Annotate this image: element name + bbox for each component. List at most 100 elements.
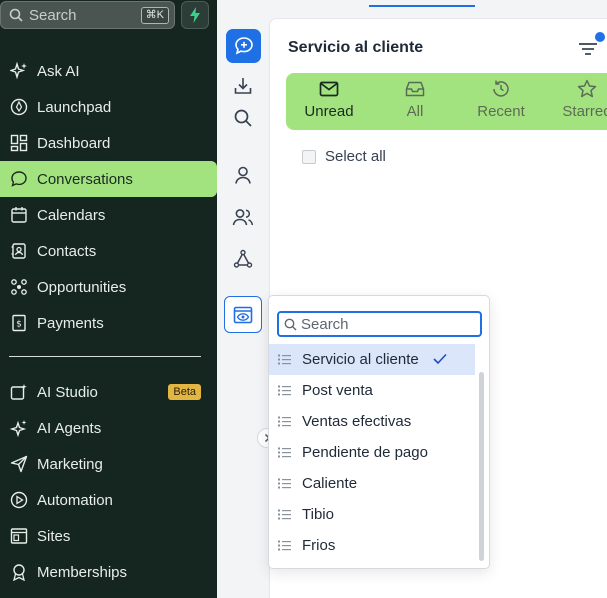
tab-label: Starred [562, 103, 607, 120]
tab-label: All [406, 103, 424, 120]
automation-icon [9, 490, 29, 510]
quick-action-button[interactable] [181, 1, 209, 29]
sidebar-item-memberships[interactable]: Memberships [0, 554, 217, 590]
sidebar-item-label: Payments [37, 314, 104, 332]
dropdown-item-caliente[interactable]: Caliente [269, 468, 475, 499]
sidebar-item-ask-ai[interactable]: Ask AI [0, 53, 217, 89]
calendar-icon [9, 205, 29, 225]
sidebar-item-label: Ask AI [37, 62, 80, 80]
dropdown-search-placeholder: Search [301, 315, 349, 333]
tab-recent[interactable]: Recent [458, 73, 544, 130]
top-strip [217, 0, 607, 9]
rail-search-button[interactable] [229, 104, 257, 132]
shortcut-badge: ⌘K [140, 7, 169, 24]
list-icon [278, 509, 292, 520]
memberships-icon [9, 562, 29, 582]
payments-icon: $ [9, 313, 29, 333]
sidebar-item-calendars[interactable]: Calendars [0, 197, 217, 233]
tab-label: Recent [477, 103, 525, 120]
opportunities-icon [9, 277, 29, 297]
sidebar-item-payments[interactable]: $ Payments [0, 305, 217, 341]
sidebar-item-label: Memberships [37, 563, 128, 581]
inbox-icon [405, 79, 425, 99]
sidebar-item-dashboard[interactable]: Dashboard [0, 125, 217, 161]
dropdown-item-post-venta[interactable]: Post venta [269, 375, 475, 406]
rail-view-button[interactable] [224, 296, 262, 333]
list-icon [278, 540, 292, 551]
chat-plus-icon [234, 37, 253, 55]
sidebar-item-opportunities[interactable]: Opportunities [0, 269, 217, 305]
dropdown-item-label: Caliente [302, 475, 358, 492]
list-icon [278, 354, 292, 365]
list-icon [278, 447, 292, 458]
list-icon [278, 478, 292, 489]
sidebar-item-conversations[interactable]: Conversations [0, 161, 217, 197]
sidebar-item-label: Automation [37, 491, 113, 509]
list-icon [278, 416, 292, 427]
tab-label: Unread [304, 103, 354, 120]
send-icon [9, 454, 29, 474]
select-all-label: Select all [325, 148, 386, 165]
rail-conversations-button[interactable] [226, 29, 261, 63]
tab-all[interactable]: All [372, 73, 458, 130]
mail-icon [319, 79, 339, 99]
dropdown-list: Servicio al cliente Post venta Ventas ef… [269, 344, 475, 561]
rail-contact-button[interactable] [229, 161, 257, 189]
dropdown-search-input[interactable]: Search [277, 311, 482, 337]
lightning-icon [190, 7, 200, 23]
sidebar-item-launchpad[interactable]: Launchpad [0, 89, 217, 125]
checkmark-icon [433, 352, 447, 369]
conversation-tabs: Unread All Recent Starred [286, 73, 607, 130]
dropdown-item-label: Post venta [302, 382, 373, 399]
sidebar-item-ai-agents[interactable]: AI Agents [0, 410, 217, 446]
filter-active-dot [595, 32, 605, 42]
download-icon [234, 78, 252, 94]
dropdown-item-tibio[interactable]: Tibio [269, 499, 475, 530]
dropdown-item-frios[interactable]: Frios [269, 530, 475, 561]
search-icon [284, 318, 297, 330]
sidebar-item-ai-studio[interactable]: AI Studio Beta [0, 374, 217, 410]
search-icon [9, 8, 23, 22]
select-all-checkbox[interactable] [302, 149, 316, 164]
ai-agents-icon [9, 418, 29, 438]
dropdown-item-servicio-al-cliente[interactable]: Servicio al cliente [269, 344, 475, 375]
rail-workflow-button[interactable] [229, 245, 257, 273]
rocket-icon [9, 97, 29, 117]
sidebar-item-marketing[interactable]: Marketing [0, 446, 217, 482]
sparkle-icon [9, 61, 29, 81]
inbox-view-dropdown: Search Servicio al cliente Post venta Ve… [268, 295, 490, 569]
dropdown-scrollbar[interactable] [479, 372, 484, 561]
dropdown-item-ventas-efectivas[interactable]: Ventas efectivas [269, 406, 475, 437]
sidebar-item-label: AI Agents [37, 419, 102, 437]
user-icon [235, 166, 251, 184]
dropdown-item-label: Pendiente de pago [302, 444, 428, 461]
sidebar: Search ⌘K Ask AI Launchpad Dashboard Con… [0, 0, 217, 598]
dropdown-item-label: Frios [302, 537, 336, 554]
filter-button[interactable] [577, 39, 599, 59]
sidebar-divider [9, 356, 201, 357]
sidebar-item-contacts[interactable]: Contacts [0, 233, 217, 269]
sidebar-item-label: Dashboard [37, 134, 111, 152]
sidebar-item-label: Calendars [37, 206, 106, 224]
sidebar-search-placeholder: Search [29, 6, 77, 24]
sidebar-item-sites[interactable]: Sites [0, 518, 217, 554]
rail-team-button[interactable] [229, 203, 257, 231]
tab-unread[interactable]: Unread [286, 73, 372, 130]
dropdown-item-pendiente-de-pago[interactable]: Pendiente de pago [269, 437, 475, 468]
sidebar-item-label: Opportunities [37, 278, 127, 296]
star-icon [577, 79, 597, 99]
conversation-rail [217, 0, 277, 598]
sidebar-item-label: AI Studio [37, 383, 98, 401]
filter-icon [579, 43, 597, 55]
active-tab-indicator [369, 5, 475, 7]
users-icon [232, 209, 254, 226]
tab-starred[interactable]: Starred [544, 73, 607, 130]
dashboard-icon [9, 133, 29, 153]
sidebar-search-input[interactable]: Search ⌘K [0, 1, 175, 29]
chat-bubble-icon [9, 169, 29, 189]
ai-studio-icon [9, 382, 29, 402]
panel-title: Servicio al cliente [288, 39, 424, 56]
sidebar-item-automation[interactable]: Automation [0, 482, 217, 518]
rail-download-button[interactable] [229, 72, 257, 100]
select-all[interactable]: Select all [302, 148, 386, 165]
